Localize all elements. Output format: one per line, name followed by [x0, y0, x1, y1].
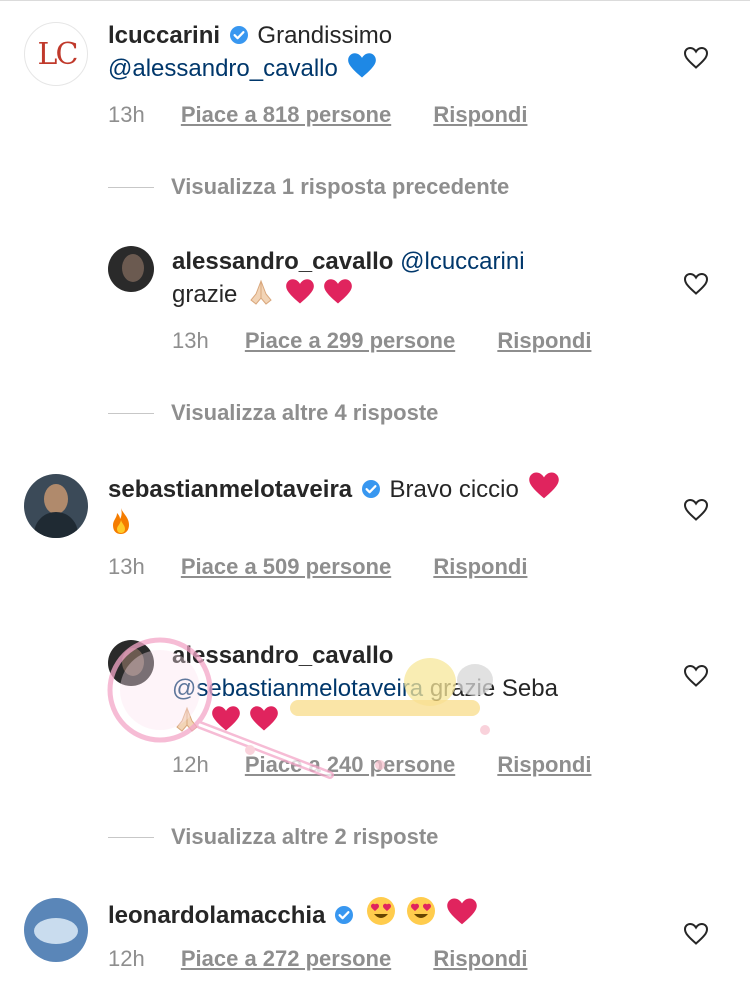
heart-eyes-icon: [407, 897, 436, 925]
avatar[interactable]: LC: [24, 22, 88, 86]
blue-heart-icon: [347, 53, 376, 78]
fire-icon: [113, 508, 129, 534]
red-heart-icon: [324, 279, 353, 304]
timestamp: 12h: [108, 946, 145, 971]
username[interactable]: leonardolamacchia: [108, 902, 325, 929]
top-divider: [0, 0, 750, 1]
username[interactable]: lcuccarini: [108, 22, 220, 49]
view-replies-label[interactable]: Visualizza 1 risposta precedente: [171, 174, 509, 200]
comment-meta: 13h Piace a 299 persone Rispondi: [172, 328, 591, 354]
comment-meta: 12h Piace a 240 persone Rispondi: [172, 752, 591, 778]
reply-button[interactable]: Rispondi: [497, 328, 591, 354]
reply-button[interactable]: Rispondi: [433, 554, 527, 580]
like-heart-icon[interactable]: [683, 922, 709, 946]
timestamp: 13h: [172, 328, 209, 353]
likes-link[interactable]: Piace a 240 persone: [245, 752, 455, 778]
comment-text: lcuccarini Grandissimo @alessandro_caval…: [108, 19, 648, 85]
comment-meta: 13h Piace a 509 persone Rispondi: [108, 554, 527, 580]
likes-link[interactable]: Piace a 509 persone: [181, 554, 391, 580]
reply-button[interactable]: Rispondi: [433, 946, 527, 972]
comment-body: Grandissimo: [257, 22, 393, 49]
likes-link[interactable]: Piace a 272 persone: [181, 946, 391, 972]
red-heart-icon: [211, 706, 240, 731]
avatar-photo-body: [34, 512, 78, 538]
comment-body: grazie Seba: [429, 675, 558, 702]
username[interactable]: sebastianmelotaveira: [108, 476, 352, 503]
comment-text: leonardolamacchia: [108, 895, 648, 932]
avatar-photo: [44, 484, 68, 514]
like-heart-icon[interactable]: [683, 664, 709, 688]
mention-link[interactable]: @alessandro_cavallo: [108, 55, 338, 82]
avatar[interactable]: [24, 474, 88, 538]
heart-eyes-icon: [366, 897, 395, 925]
avatar[interactable]: [24, 898, 88, 962]
red-heart-icon: [447, 898, 477, 925]
avatar[interactable]: [108, 246, 154, 292]
mention-link[interactable]: @lcuccarini: [400, 248, 524, 275]
likes-link[interactable]: Piace a 299 persone: [245, 328, 455, 354]
mention-link[interactable]: @sebastianmelotaveira: [172, 675, 423, 702]
reply-button[interactable]: Rispondi: [497, 752, 591, 778]
folded-hands-icon: [250, 279, 272, 305]
divider-line: [108, 187, 154, 188]
avatar-photo: [122, 648, 144, 676]
comment-text: alessandro_cavallo @sebastianmelotaveira…: [172, 639, 652, 738]
comment-meta: 12h Piace a 272 persone Rispondi: [108, 946, 527, 972]
timestamp: 12h: [172, 752, 209, 777]
view-replies-label[interactable]: Visualizza altre 4 risposte: [171, 400, 438, 426]
username[interactable]: alessandro_cavallo: [172, 642, 393, 669]
comment-meta: 13h Piace a 818 persone Rispondi: [108, 102, 527, 128]
folded-hands-icon: [176, 706, 198, 732]
verified-badge-icon: [335, 906, 354, 924]
comment-text: alessandro_cavallo @lcuccarini grazie: [172, 245, 652, 311]
timestamp: 13h: [108, 102, 145, 127]
view-replies-label[interactable]: Visualizza altre 2 risposte: [171, 824, 438, 850]
avatar-photo: [34, 918, 78, 944]
timestamp: 13h: [108, 554, 145, 579]
username[interactable]: alessandro_cavallo: [172, 248, 393, 275]
divider-line: [108, 413, 154, 414]
like-heart-icon[interactable]: [683, 272, 709, 296]
verified-badge-icon: [229, 26, 248, 44]
avatar-monogram: LC: [37, 37, 79, 72]
comment-text: sebastianmelotaveira Bravo ciccio: [108, 471, 648, 541]
likes-link[interactable]: Piace a 818 persone: [181, 102, 391, 128]
comment-body: grazie: [172, 281, 238, 308]
reply-button[interactable]: Rispondi: [433, 102, 527, 128]
verified-badge-icon: [361, 480, 380, 498]
like-heart-icon[interactable]: [683, 498, 709, 522]
avatar[interactable]: [108, 640, 154, 686]
red-heart-icon: [528, 472, 559, 499]
avatar-photo: [122, 254, 144, 282]
red-heart-icon: [285, 279, 314, 304]
red-heart-icon: [250, 706, 279, 731]
divider-line: [108, 837, 154, 838]
comment-body: Bravo ciccio: [389, 476, 519, 503]
like-heart-icon[interactable]: [683, 46, 709, 70]
